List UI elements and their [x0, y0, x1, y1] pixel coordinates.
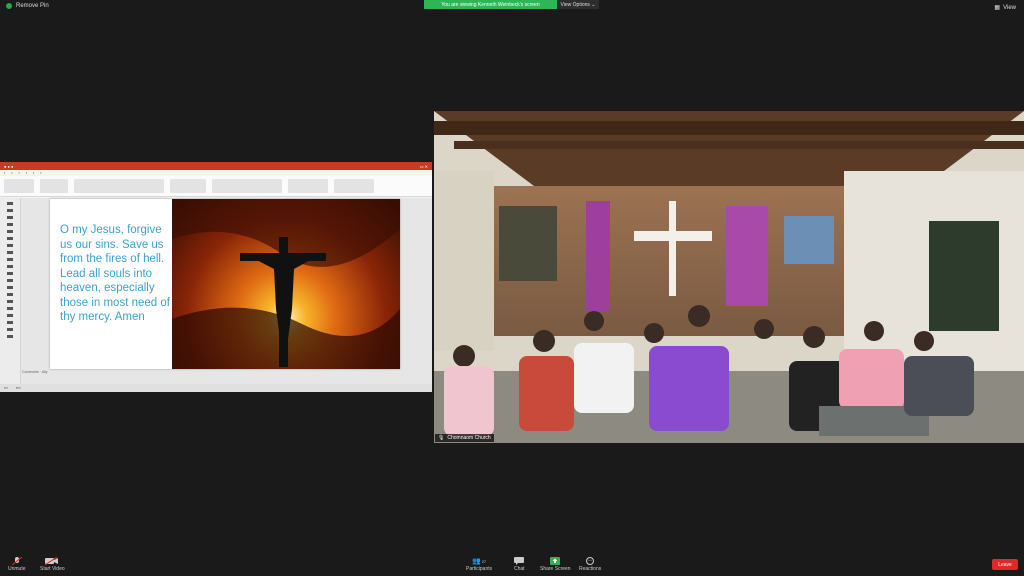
ribbon-group: [334, 179, 374, 193]
ppt-title-bar: ● ● ● ▭ ✕: [0, 162, 432, 170]
meeting-toolbar: Unmute Start Video 👥 27 Participants Cha…: [0, 555, 1024, 576]
ppt-editor: O my Jesus, forgive us our sins. Save us…: [0, 198, 432, 384]
ribbon-group: [288, 179, 328, 193]
ppt-menu-item: ▪: [18, 171, 20, 175]
shared-screen: ● ● ● ▭ ✕ ▪ ▪ ▪ ▪ ▪ ▪ O my Jesus, forgiv…: [0, 162, 432, 392]
ribbon-group: [212, 179, 282, 193]
crucifix-silhouette: [172, 199, 400, 369]
participants-button[interactable]: 👥 27 Participants: [466, 557, 492, 572]
participant-name: Chomnaom Church: [447, 435, 491, 441]
ppt-window-controls-left: ● ● ●: [4, 163, 14, 169]
slide-prayer-text: O my Jesus, forgive us our sins. Save us…: [60, 224, 170, 323]
leave-button[interactable]: Leave: [992, 559, 1018, 570]
chevron-down-icon: ⌄: [589, 1, 596, 8]
remove-pin-button[interactable]: Remove Pin: [6, 3, 49, 9]
ppt-ribbon: [0, 176, 432, 197]
chat-button[interactable]: Chat: [514, 557, 525, 572]
slide-thumbnail-strip[interactable]: [0, 198, 21, 384]
unmute-label: Unmute: [8, 566, 26, 572]
reactions-icon: [585, 557, 595, 565]
view-button[interactable]: ▦ View: [994, 4, 1016, 12]
ppt-menu-item: ▪: [40, 171, 42, 175]
ppt-menu-item: ▪: [33, 171, 35, 175]
church-congregation-video: [434, 111, 1024, 443]
crucifix-sunset-image: [172, 199, 400, 369]
chat-label: Chat: [514, 566, 525, 572]
ribbon-group: [40, 179, 68, 193]
ribbon-group: [170, 179, 206, 193]
participants-icon: 👥 27: [471, 558, 487, 565]
participants-label: Participants: [466, 566, 493, 572]
ppt-status-bar: ▪▪▪ ▪▪▪▪: [0, 384, 432, 392]
current-slide: O my Jesus, forgive us our sins. Save us…: [50, 199, 400, 369]
ppt-menu-item: ▪: [4, 171, 6, 175]
viewing-banner: You are viewing Kenneth Weinbeck's scree…: [424, 0, 557, 9]
share-screen-button[interactable]: Share Screen: [540, 557, 571, 572]
status-segment: ▪▪▪: [4, 386, 8, 390]
start-video-label: Start Video: [40, 566, 65, 572]
video-camera-off-icon: [45, 557, 59, 565]
view-options-label: View Options: [560, 1, 590, 8]
start-video-button[interactable]: Start Video: [40, 557, 65, 572]
muted-mic-icon: 🎙: [438, 435, 445, 441]
participant-video[interactable]: 🎙 Chomnaom Church: [434, 111, 1024, 443]
unmute-button[interactable]: Unmute: [8, 557, 26, 572]
ribbon-group: [4, 179, 34, 193]
ppt-window-controls-right: ▭ ✕: [419, 163, 428, 169]
chat-icon: [514, 557, 525, 565]
ppt-menu-item: ▪: [11, 171, 13, 175]
microphone-muted-icon: [11, 557, 22, 565]
share-screen-icon: [550, 557, 561, 565]
participants-count: 27: [481, 558, 487, 564]
view-options-button[interactable]: View Options ⌄: [557, 0, 599, 9]
participant-name-tag: 🎙 Chomnaom Church: [435, 434, 494, 442]
view-label: View: [1003, 4, 1016, 11]
ribbon-group: [74, 179, 164, 193]
view-grid-icon: ▦: [994, 5, 1001, 11]
slide-notes: Comments · Ally: [22, 370, 48, 374]
reactions-button[interactable]: Reactions: [579, 557, 601, 572]
share-screen-label: Share Screen: [540, 566, 571, 572]
status-segment: ▪▪▪▪: [15, 386, 21, 390]
reactions-label: Reactions: [579, 566, 602, 572]
remove-pin-label: Remove Pin: [16, 3, 49, 9]
pin-icon: [6, 3, 12, 9]
top-bar: Remove Pin You are viewing Kenneth Weinb…: [0, 0, 1024, 16]
ppt-menu-item: ▪: [25, 171, 27, 175]
